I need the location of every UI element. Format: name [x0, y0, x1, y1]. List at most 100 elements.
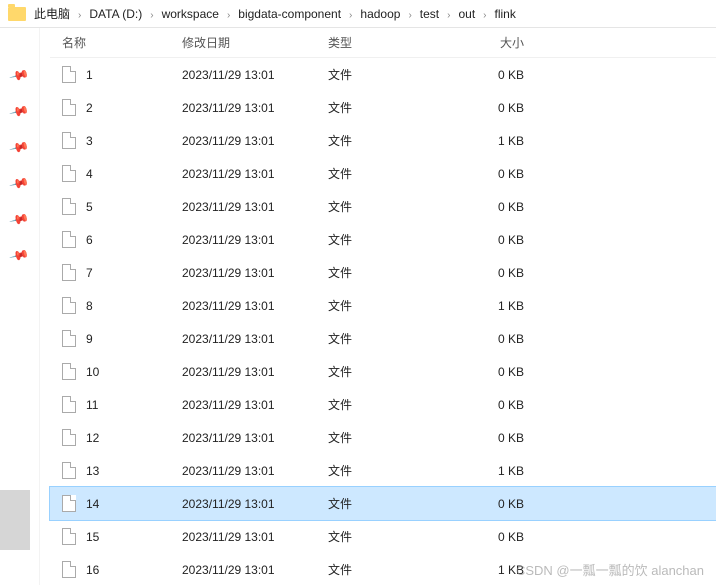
breadcrumb-segment[interactable]: 此电脑 [32, 7, 72, 21]
file-name: 6 [86, 233, 182, 247]
file-icon [62, 561, 76, 578]
file-icon [62, 528, 76, 545]
chevron-right-icon: › [402, 10, 417, 21]
column-date-header[interactable]: 修改日期 [182, 34, 328, 51]
file-date: 2023/11/29 13:01 [182, 332, 328, 346]
pin-icon[interactable]: 📌 [8, 65, 30, 87]
file-type: 文件 [328, 528, 444, 545]
file-icon [62, 132, 76, 149]
pin-icon[interactable]: 📌 [8, 245, 30, 267]
file-type: 文件 [328, 231, 444, 248]
pin-icon[interactable]: 📌 [8, 101, 30, 123]
file-row[interactable]: 52023/11/29 13:01文件0 KB [50, 190, 716, 223]
file-row[interactable]: 12023/11/29 13:01文件0 KB [50, 58, 716, 91]
chevron-right-icon: › [221, 10, 236, 21]
column-headers[interactable]: 名称 修改日期 类型 大小 [50, 28, 716, 58]
scrollbar-thumb[interactable] [0, 490, 30, 550]
file-row[interactable]: 72023/11/29 13:01文件0 KB [50, 256, 716, 289]
file-name: 10 [86, 365, 182, 379]
file-row[interactable]: 92023/11/29 13:01文件0 KB [50, 322, 716, 355]
file-row[interactable]: 62023/11/29 13:01文件0 KB [50, 223, 716, 256]
file-size: 1 KB [444, 299, 564, 313]
file-size: 0 KB [444, 332, 564, 346]
file-size: 0 KB [444, 233, 564, 247]
file-name: 13 [86, 464, 182, 478]
file-type: 文件 [328, 396, 444, 413]
file-type: 文件 [328, 561, 444, 578]
file-icon [62, 297, 76, 314]
breadcrumb-segment[interactable]: bigdata-component [236, 7, 343, 21]
file-type: 文件 [328, 462, 444, 479]
breadcrumb-segment[interactable]: hadoop [358, 7, 402, 21]
file-size: 0 KB [444, 530, 564, 544]
file-date: 2023/11/29 13:01 [182, 101, 328, 115]
file-type: 文件 [328, 66, 444, 83]
file-row[interactable]: 142023/11/29 13:01文件0 KB [50, 487, 716, 520]
file-type: 文件 [328, 363, 444, 380]
file-size: 0 KB [444, 101, 564, 115]
file-size: 0 KB [444, 398, 564, 412]
file-size: 0 KB [444, 497, 564, 511]
file-icon [62, 99, 76, 116]
breadcrumb-segment[interactable]: workspace [160, 7, 221, 21]
chevron-right-icon: › [144, 10, 159, 21]
file-date: 2023/11/29 13:01 [182, 497, 328, 511]
file-date: 2023/11/29 13:01 [182, 266, 328, 280]
file-row[interactable]: 22023/11/29 13:01文件0 KB [50, 91, 716, 124]
file-row[interactable]: 32023/11/29 13:01文件1 KB [50, 124, 716, 157]
column-type-header[interactable]: 类型 [328, 34, 444, 51]
file-type: 文件 [328, 99, 444, 116]
file-row[interactable]: 102023/11/29 13:01文件0 KB [50, 355, 716, 388]
file-row[interactable]: 132023/11/29 13:01文件1 KB [50, 454, 716, 487]
file-row[interactable]: 122023/11/29 13:01文件0 KB [50, 421, 716, 454]
file-size: 1 KB [444, 464, 564, 478]
file-icon [62, 462, 76, 479]
file-row[interactable]: 82023/11/29 13:01文件1 KB [50, 289, 716, 322]
pin-icon[interactable]: 📌 [8, 137, 30, 159]
file-row[interactable]: 162023/11/29 13:01文件1 KB [50, 553, 716, 586]
file-name: 11 [86, 398, 182, 412]
column-name-header[interactable]: 名称 [62, 34, 182, 51]
file-row[interactable]: 112023/11/29 13:01文件0 KB [50, 388, 716, 421]
file-row[interactable]: 152023/11/29 13:01文件0 KB [50, 520, 716, 553]
file-name: 2 [86, 101, 182, 115]
file-name: 5 [86, 200, 182, 214]
file-date: 2023/11/29 13:01 [182, 68, 328, 82]
file-icon [62, 264, 76, 281]
file-date: 2023/11/29 13:01 [182, 563, 328, 577]
file-size: 1 KB [444, 134, 564, 148]
file-icon [62, 363, 76, 380]
breadcrumb-segment[interactable]: flink [493, 7, 518, 21]
file-list: 名称 修改日期 类型 大小 12023/11/29 13:01文件0 KB220… [40, 28, 716, 585]
file-date: 2023/11/29 13:01 [182, 299, 328, 313]
file-name: 3 [86, 134, 182, 148]
file-size: 0 KB [444, 200, 564, 214]
breadcrumb-segment[interactable]: test [418, 7, 441, 21]
file-size: 1 KB [444, 563, 564, 577]
file-row[interactable]: 42023/11/29 13:01文件0 KB [50, 157, 716, 190]
breadcrumb-segment[interactable]: out [456, 7, 477, 21]
file-date: 2023/11/29 13:01 [182, 530, 328, 544]
chevron-right-icon: › [441, 10, 456, 21]
file-icon [62, 231, 76, 248]
file-date: 2023/11/29 13:01 [182, 134, 328, 148]
breadcrumb-segment[interactable]: DATA (D:) [87, 7, 144, 21]
file-icon [62, 66, 76, 83]
file-icon [62, 495, 76, 512]
file-icon [62, 396, 76, 413]
file-name: 14 [86, 497, 182, 511]
breadcrumb[interactable]: 此电脑›DATA (D:)›workspace›bigdata-componen… [0, 0, 716, 28]
file-name: 15 [86, 530, 182, 544]
chevron-right-icon: › [343, 10, 358, 21]
file-size: 0 KB [444, 365, 564, 379]
pin-icon[interactable]: 📌 [8, 209, 30, 231]
file-name: 12 [86, 431, 182, 445]
column-size-header[interactable]: 大小 [444, 34, 564, 51]
file-name: 16 [86, 563, 182, 577]
file-date: 2023/11/29 13:01 [182, 431, 328, 445]
pin-icon[interactable]: 📌 [8, 173, 30, 195]
file-icon [62, 330, 76, 347]
file-name: 4 [86, 167, 182, 181]
file-size: 0 KB [444, 68, 564, 82]
file-date: 2023/11/29 13:01 [182, 233, 328, 247]
